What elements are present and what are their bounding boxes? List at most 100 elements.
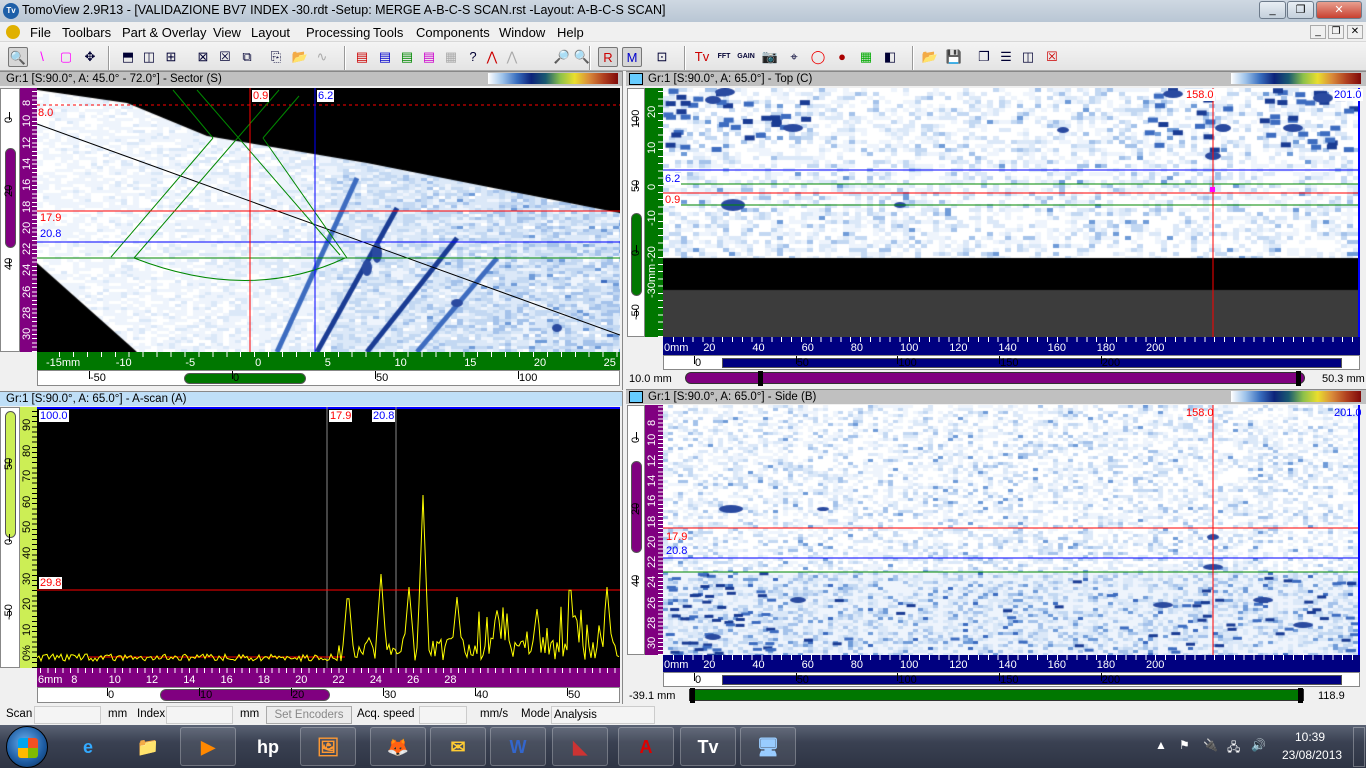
color-wheel-icon[interactable]: ◯: [808, 47, 828, 67]
minimize-button[interactable]: _: [1259, 1, 1286, 19]
slider-max-handle[interactable]: [1298, 688, 1303, 703]
line-icon[interactable]: \: [32, 47, 52, 67]
restore-button[interactable]: ❐: [1287, 1, 1314, 19]
menu-tools[interactable]: Tools: [373, 25, 403, 40]
menu-part-overlay[interactable]: Part & Overlay: [122, 25, 207, 40]
slider-max-handle[interactable]: [1296, 371, 1301, 386]
menu-components[interactable]: Components: [416, 25, 490, 40]
mdi-minimize-button[interactable]: _: [1310, 25, 1326, 39]
show-desktop-button[interactable]: [1353, 727, 1365, 767]
close-button[interactable]: ✕: [1316, 1, 1362, 19]
document-gear-icon[interactable]: [6, 25, 20, 39]
power-icon[interactable]: 🔌: [1203, 738, 1218, 752]
zoom-in-icon[interactable]: 🔎: [552, 47, 572, 67]
word-taskbar-button[interactable]: W: [490, 727, 546, 766]
cursor-intersection-marker[interactable]: [1210, 187, 1215, 192]
scale-range-thumb[interactable]: [184, 373, 306, 384]
top-range-slider[interactable]: [685, 371, 1305, 386]
slider-min-handle[interactable]: [690, 688, 695, 703]
layout-horizontal-icon[interactable]: ⬒: [118, 47, 138, 67]
select-rect-icon[interactable]: ▢: [56, 47, 76, 67]
menu-window[interactable]: Window: [499, 25, 545, 40]
scale-range-thumb[interactable]: [5, 148, 16, 248]
side-range-slider[interactable]: [689, 688, 1304, 703]
network-icon[interactable]: 🖧: [1227, 738, 1240, 759]
scale-range-thumb[interactable]: [722, 358, 1342, 368]
media-player-taskbar-button[interactable]: ▶: [180, 727, 236, 766]
top-vertical-scale[interactable]: 100500-50: [627, 88, 645, 337]
color-palette-bar[interactable]: [488, 73, 618, 84]
delete-view-icon[interactable]: ⊠: [193, 47, 213, 67]
ascan-amplitude-ruler[interactable]: 90 80 70 60 50 40 30 20 10 0%: [20, 407, 37, 668]
ascan-depth-ruler[interactable]: 6mm 8 10 12 14 16 18 20 22 24 26 28: [37, 668, 620, 687]
menu-toolbars[interactable]: Toolbars: [62, 25, 111, 40]
sector-depth-ruler[interactable]: 8 10 12 14 16 18 20 22 24 26 28 30: [20, 88, 37, 352]
layout-quad-icon[interactable]: ⊞: [161, 47, 181, 67]
zoom-icon[interactable]: 🔍: [8, 47, 28, 67]
internet-explorer-taskbar-button[interactable]: e: [60, 727, 116, 766]
scale-range-thumb[interactable]: [160, 689, 330, 701]
setup-tool-taskbar-button[interactable]: ◣: [552, 727, 608, 766]
menu-help[interactable]: Help: [557, 25, 584, 40]
cascade-icon[interactable]: ❐: [974, 47, 994, 67]
contrast-icon[interactable]: ◧: [880, 47, 900, 67]
move-view-icon[interactable]: ⧉: [237, 47, 257, 67]
side-depth-ruler[interactable]: 8 10 12 14 16 18 20 22 24 26 28 30: [645, 405, 663, 655]
photo-gallery-taskbar-button[interactable]: 🖼: [300, 727, 356, 766]
camera-icon[interactable]: 📷: [760, 47, 780, 67]
tomoview-taskbar-button[interactable]: Tv: [680, 727, 736, 766]
top-horizontal-scale[interactable]: 0 50 100 150 200: [663, 355, 1360, 370]
close-all-icon[interactable]: ☒: [1042, 47, 1062, 67]
peak-red-icon[interactable]: ⋀: [482, 47, 502, 67]
reference-cursor-icon[interactable]: R: [598, 47, 618, 67]
table-1-icon[interactable]: ▤: [352, 47, 372, 67]
firefox-taskbar-button[interactable]: 🦊: [370, 727, 426, 766]
volume-icon[interactable]: 🔊: [1251, 738, 1266, 752]
top-index-ruler[interactable]: 20 10 0 -10 -20 -30mm: [645, 88, 663, 337]
slider-min-handle[interactable]: [758, 371, 763, 386]
tile-horizontal-icon[interactable]: ☰: [996, 47, 1016, 67]
tile-vertical-icon[interactable]: ◫: [1018, 47, 1038, 67]
measure-cursor-icon[interactable]: M: [622, 47, 642, 67]
fft-icon[interactable]: FFT: [714, 47, 734, 67]
outlook-taskbar-button[interactable]: ✉: [430, 727, 486, 766]
palette-icon[interactable]: ●: [832, 47, 852, 67]
pointer-icon[interactable]: ✥: [80, 47, 100, 67]
side-scan-ruler[interactable]: 0mm 20 40 60 80 100 120 140 160 180 200: [663, 655, 1360, 672]
set-encoders-button[interactable]: Set Encoders: [266, 706, 352, 724]
layout-vertical-icon[interactable]: ◫: [139, 47, 159, 67]
side-vertical-scale[interactable]: 02040: [627, 405, 645, 655]
action-center-icon[interactable]: ⚑: [1179, 738, 1190, 752]
color-palette-bar[interactable]: [1231, 391, 1361, 402]
sector-vertical-scale[interactable]: 02040: [0, 88, 20, 352]
save-icon[interactable]: 💾: [944, 47, 964, 67]
add-table-icon[interactable]: ▦: [856, 47, 876, 67]
open-folder-icon[interactable]: 📂: [290, 47, 310, 67]
menu-file[interactable]: File: [30, 25, 51, 40]
clock-date[interactable]: 23/08/2013: [1282, 748, 1342, 762]
close-view-icon[interactable]: ☒: [215, 47, 235, 67]
signal-icon[interactable]: ∿: [312, 47, 332, 67]
menu-view[interactable]: View: [213, 25, 241, 40]
open-file-icon[interactable]: 📂: [920, 47, 940, 67]
table-2-icon[interactable]: ▤: [375, 47, 395, 67]
tv-icon[interactable]: Tv: [692, 47, 712, 67]
export-icon[interactable]: ⊡: [652, 47, 672, 67]
table-3-icon[interactable]: ▤: [397, 47, 417, 67]
top-scan-ruler[interactable]: 0mm 20 40 60 80 100 120 140 160 180 200: [663, 337, 1360, 355]
scan-field[interactable]: [34, 706, 101, 724]
clock-time[interactable]: 10:39: [1295, 730, 1325, 744]
start-button[interactable]: [6, 726, 48, 768]
show-hidden-icons[interactable]: ▲: [1155, 738, 1167, 752]
peak-gray-icon[interactable]: ⋀: [502, 47, 522, 67]
gain-icon[interactable]: GAIN: [736, 47, 756, 67]
cursor-icon[interactable]: ⌖: [784, 47, 804, 67]
side-horizontal-scale[interactable]: 0 50 100 150 200: [663, 672, 1360, 687]
file-explorer-taskbar-button[interactable]: 📁: [120, 727, 176, 766]
sector-horizontal-scale[interactable]: -50 0 50 100: [37, 370, 620, 386]
color-palette-bar[interactable]: [1231, 73, 1361, 84]
menu-layout[interactable]: Layout: [251, 25, 290, 40]
table-disabled-icon[interactable]: ▦: [441, 47, 461, 67]
menu-processing[interactable]: Processing: [306, 25, 370, 40]
table-help-icon[interactable]: ?: [463, 47, 483, 67]
